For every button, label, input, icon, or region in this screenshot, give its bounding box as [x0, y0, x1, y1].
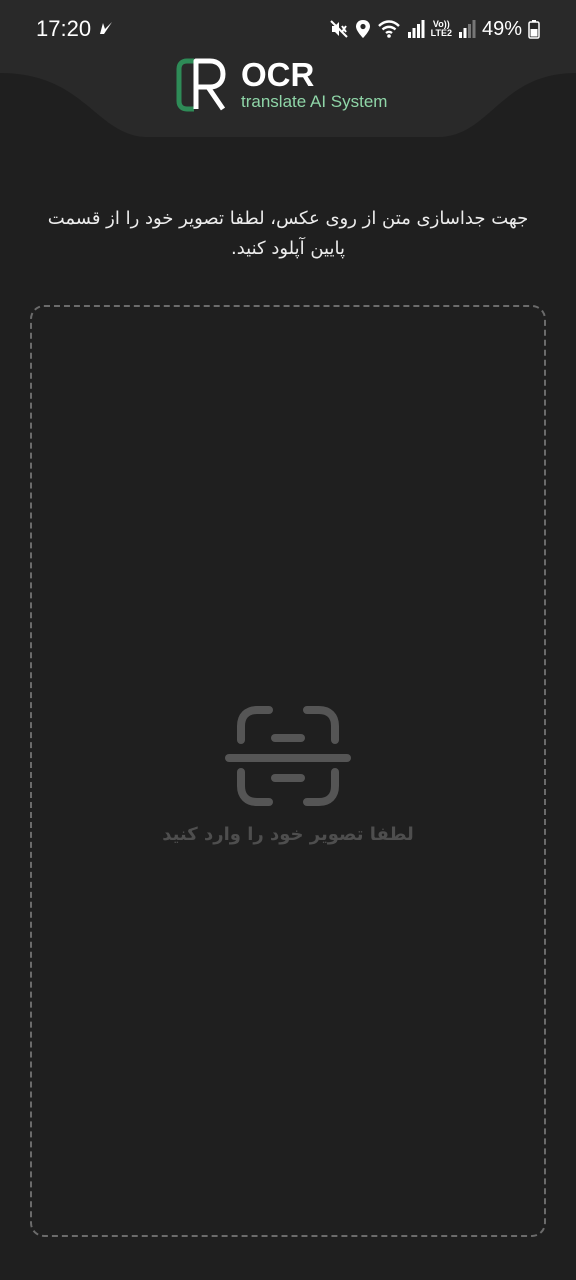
wifi-icon	[377, 20, 400, 38]
logo-subtitle: translate AI System	[241, 92, 388, 111]
logo-title: OCR	[241, 56, 315, 93]
battery-icon	[528, 20, 540, 39]
logo-icon	[176, 58, 226, 112]
mute-icon	[329, 20, 348, 38]
navigation-arrow-icon	[100, 22, 112, 34]
scan-document-icon	[225, 706, 351, 806]
status-icons: Vo)) LTE2 49%	[329, 16, 540, 42]
location-icon	[355, 20, 370, 38]
signal-icon	[407, 20, 425, 38]
instruction-text: جهت جداسازی متن از روی عکس، لطفا تصویر خ…	[47, 208, 529, 259]
status-time: 17:20	[36, 16, 92, 41]
status-bar: 17:20 Vo)) LTE2 49%	[0, 0, 576, 56]
upload-label: لطفا تصویر خود را وارد کنید	[162, 824, 414, 845]
battery-percent: 49%	[481, 17, 522, 40]
signal-icon-2	[458, 20, 476, 38]
lte-indicator: Vo)) LTE2	[430, 19, 452, 38]
